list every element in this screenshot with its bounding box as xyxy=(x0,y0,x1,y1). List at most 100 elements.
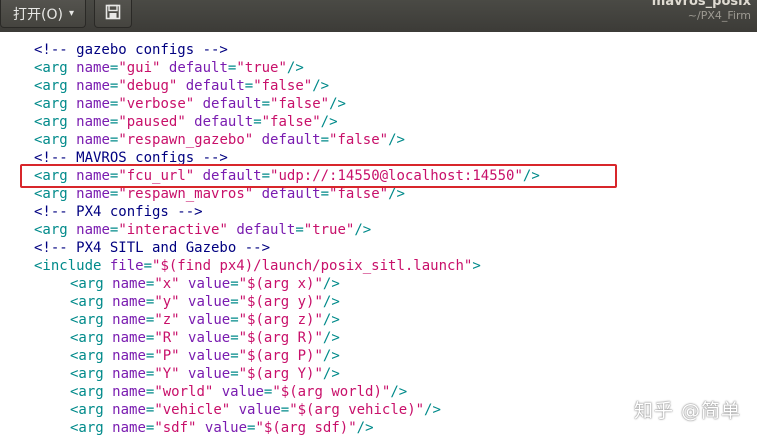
code-token: value xyxy=(179,330,231,346)
code-token: name xyxy=(112,330,146,346)
code-token: <arg xyxy=(34,222,77,238)
code-token: /> xyxy=(322,366,340,382)
code-token: "$(arg vehicle)" xyxy=(289,402,425,418)
code-token: = xyxy=(230,312,239,328)
code-editor[interactable]: <!-- gazebo configs --> <arg name="gui" d… xyxy=(0,32,757,439)
code-token: "$(arg R)" xyxy=(238,330,323,346)
code-token: = xyxy=(230,366,239,382)
code-token: <arg xyxy=(70,312,113,328)
code-token: /> xyxy=(322,330,340,346)
code-token: "z" xyxy=(154,312,180,328)
code-token: /> xyxy=(322,276,340,292)
code-token: default xyxy=(177,78,245,94)
code-token: <arg xyxy=(70,348,113,364)
code-token: = xyxy=(253,114,262,130)
code-token: "$(arg x)" xyxy=(238,276,323,292)
code-token: value xyxy=(179,366,231,382)
code-token: name xyxy=(112,294,146,310)
code-token: value xyxy=(230,402,281,418)
code-token: "$(arg z)" xyxy=(238,312,323,328)
code-line: <arg name="R" value="$(arg R)"/> xyxy=(70,329,340,347)
code-token: "true" xyxy=(303,222,355,238)
code-token: = xyxy=(230,348,239,364)
code-line: <arg name="vehicle" value="$(arg vehicle… xyxy=(70,401,441,419)
code-token: /> xyxy=(286,60,304,76)
code-token: default xyxy=(194,96,262,112)
code-token: /> xyxy=(322,348,340,364)
window-subtitle: ~/PX4_Firm xyxy=(687,9,751,22)
code-token: /> xyxy=(424,402,441,418)
code-token: = xyxy=(230,330,239,346)
chevron-down-icon: ▾ xyxy=(68,8,74,19)
code-token: <arg xyxy=(70,384,113,400)
code-token: "x" xyxy=(154,276,180,292)
code-token: /> xyxy=(312,78,330,94)
code-token: "R" xyxy=(154,330,180,346)
code-token: <arg xyxy=(34,186,77,202)
code-token: /> xyxy=(354,222,372,238)
code-token: value xyxy=(196,420,248,436)
code-token: /> xyxy=(329,96,346,112)
code-token: "sdf" xyxy=(154,420,197,436)
code-token: "$(arg y)" xyxy=(238,294,323,310)
code-line: <arg name="verbose" default="false"/> xyxy=(34,95,346,113)
code-token: "verbose" xyxy=(118,96,195,112)
code-token: default xyxy=(253,132,321,148)
code-line: <arg name="P" value="$(arg P)"/> xyxy=(70,347,340,365)
code-token: value xyxy=(213,384,264,400)
code-token: /> xyxy=(388,186,405,202)
code-line: <!-- PX4 SITL and Gazebo --> xyxy=(34,239,270,257)
code-line: <arg name="paused" default="false"/> xyxy=(34,113,338,131)
code-token: "false" xyxy=(261,114,321,130)
code-token: /> xyxy=(388,132,405,148)
code-token: = xyxy=(230,276,239,292)
code-line: <!-- gazebo configs --> xyxy=(34,41,228,59)
code-token: name xyxy=(112,348,146,364)
code-token: name xyxy=(76,78,110,94)
code-token: = xyxy=(320,132,330,148)
save-button[interactable] xyxy=(94,0,132,28)
toolbar: 打开(O) ▾ mavros_posix ~/PX4_Firm xyxy=(0,0,757,33)
code-token: "y" xyxy=(154,294,180,310)
code-line: <arg name="interactive" default="true"/> xyxy=(34,221,371,239)
code-token: /> xyxy=(322,312,340,328)
code-line: <arg name="world" value="$(arg world)"/> xyxy=(70,383,407,401)
code-token: default xyxy=(227,222,296,238)
code-token: value xyxy=(179,294,231,310)
code-token: default xyxy=(160,60,228,76)
code-token: value xyxy=(179,312,231,328)
code-token: "debug" xyxy=(118,78,178,94)
code-token: "false" xyxy=(329,132,389,148)
code-token: <arg xyxy=(70,366,113,382)
code-line: <!-- PX4 configs --> xyxy=(34,203,203,221)
code-token: <arg xyxy=(34,78,77,94)
code-token: "false" xyxy=(270,96,330,112)
code-token: <arg xyxy=(70,330,113,346)
code-token: <arg xyxy=(70,402,113,418)
code-token: name xyxy=(76,96,110,112)
code-token: "false" xyxy=(253,78,313,94)
code-token: name xyxy=(112,402,146,418)
code-token: value xyxy=(179,348,231,364)
code-token: name xyxy=(112,366,146,382)
code-line: <arg name="gui" default="true"/> xyxy=(34,59,304,77)
code-token: "$(arg world)" xyxy=(272,384,391,400)
code-token: <arg xyxy=(34,114,77,130)
code-token: <include xyxy=(34,258,110,274)
code-line: <arg name="respawn_gazebo" default="fals… xyxy=(34,131,405,149)
watermark: 知乎 @简单 xyxy=(633,400,741,422)
code-token: "true" xyxy=(236,60,287,76)
save-icon xyxy=(105,4,121,24)
code-token: "$(arg P)" xyxy=(238,348,323,364)
code-token: = xyxy=(295,222,304,238)
open-menu-button[interactable]: 打开(O) ▾ xyxy=(0,0,86,28)
code-token: "P" xyxy=(154,348,180,364)
code-token: name xyxy=(76,132,110,148)
code-token: <arg xyxy=(70,420,113,436)
code-token: value xyxy=(179,276,231,292)
code-token: = xyxy=(320,186,330,202)
code-line: <arg name="Y" value="$(arg Y)"/> xyxy=(70,365,340,383)
code-token: name xyxy=(112,276,146,292)
code-token: "gui" xyxy=(118,60,161,76)
code-token: name xyxy=(112,420,146,436)
